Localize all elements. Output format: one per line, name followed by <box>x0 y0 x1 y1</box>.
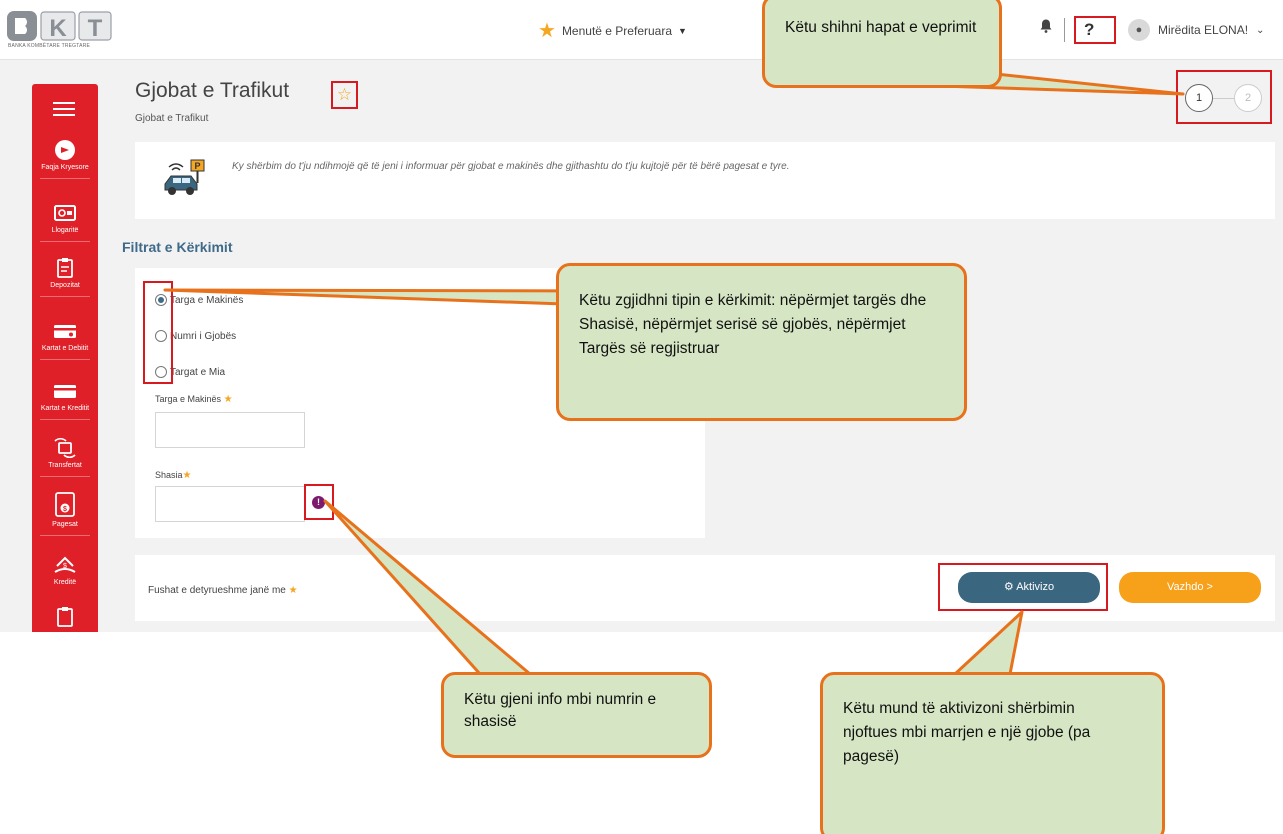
radio-label: Targat e Mia <box>170 366 226 378</box>
filters-heading: Filtrat e Kërkimit <box>122 239 233 255</box>
bkt-logo-mark: K T <box>7 11 112 42</box>
service-info-card: P Ky shërbim do t'ju ndihmojë që të jeni… <box>135 142 1275 219</box>
sidebar-item-label: Kreditë <box>53 579 77 586</box>
topbar-divider <box>1064 18 1065 42</box>
callout-steps: Këtu shihni hapat e veprimit <box>762 0 1002 88</box>
svg-text:$: $ <box>63 563 67 570</box>
required-fields-note: Fushat e detyrueshme janë me ★ <box>148 585 298 596</box>
step-connector <box>1213 98 1234 99</box>
user-greeting: Mirëdita ELONA! <box>1158 23 1249 37</box>
plate-label: Targa e Makinës ★ <box>155 394 233 405</box>
service-info-text: Ky shërbim do t'ju ndihmojë që të jeni i… <box>232 161 790 172</box>
deposits-icon <box>53 257 77 279</box>
sidebar-item-label: Llogaritë <box>51 227 79 234</box>
hamburger-menu-icon[interactable] <box>53 102 75 116</box>
gear-icon: ⚙ <box>1003 581 1014 593</box>
sidebar-item-credit-cards[interactable]: Kartat e Kreditit <box>32 380 98 420</box>
callout-chassis-info: Këtu gjeni info mbi numrin e shasisë <box>441 672 712 758</box>
sidebar-divider <box>40 476 90 477</box>
page-title: Gjobat e Trafikut <box>135 79 290 102</box>
sidebar-item-more[interactable] <box>32 606 98 631</box>
chassis-input[interactable] <box>155 486 305 522</box>
credit-card-icon <box>53 380 77 402</box>
accounts-icon <box>53 202 77 224</box>
chassis-label: Shasia★ <box>155 470 192 481</box>
debit-card-icon <box>53 320 77 342</box>
logo-subtitle: BANKA KOMBËTARE TREGTARE <box>8 43 91 49</box>
sidebar-item-payments[interactable]: $ Pagesat <box>32 492 98 536</box>
activate-button[interactable]: ⚙ Aktivizo <box>958 572 1100 603</box>
transfers-icon <box>53 437 77 459</box>
favorite-star-icon[interactable]: ☆ <box>331 81 358 109</box>
sidebar-item-label: Kartat e Debitit <box>41 345 89 352</box>
sidebar-divider <box>40 296 90 297</box>
loans-icon: $ <box>53 554 77 576</box>
sidebar-item-label: Kartat e Kreditit <box>40 405 90 412</box>
car-parking-icon: P <box>164 159 205 195</box>
radio-label: Numri i Gjobës <box>170 330 237 342</box>
sidebar-item-label: Transfertat <box>48 462 82 469</box>
info-exclamation-icon[interactable]: ! <box>312 496 325 509</box>
sidebar-divider <box>40 178 90 179</box>
sidebar-item-transfers[interactable]: Transfertat <box>32 437 98 477</box>
payments-icon: $ <box>53 492 77 518</box>
chevron-down-icon: ⌄ <box>1256 24 1265 36</box>
svg-text:T: T <box>88 15 103 42</box>
plate-input[interactable] <box>155 412 305 448</box>
svg-text:$: $ <box>63 506 67 513</box>
radio-label: Targa e Makinës <box>170 294 244 306</box>
sidebar-divider <box>40 535 90 536</box>
required-star-icon: ★ <box>288 585 298 596</box>
avatar-icon: ● <box>1128 19 1150 41</box>
sidebar-item-accounts[interactable]: Llogaritë <box>32 202 98 242</box>
continue-button[interactable]: Vazhdo > <box>1119 572 1261 603</box>
step-2: 2 <box>1234 84 1262 112</box>
sidebar-divider <box>40 359 90 360</box>
sidebar-item-label: Faqja Kryesore <box>41 164 89 171</box>
help-button[interactable]: ? <box>1074 16 1116 44</box>
sidebar-divider <box>40 419 90 420</box>
highlight-box-chassis-info: ! <box>304 484 334 520</box>
home-icon <box>53 139 77 161</box>
required-star-icon: ★ <box>223 394 233 405</box>
favorites-label: Menutë e Preferuara <box>561 24 672 38</box>
screenshot-stage: K T BANKA KOMBËTARE TREGTARE ★ Menutë e … <box>0 0 1283 834</box>
star-icon: ★ <box>538 20 556 42</box>
bell-icon[interactable] <box>1040 19 1052 37</box>
svg-text:P: P <box>194 161 200 171</box>
sidebar-divider <box>40 241 90 242</box>
sidebar-item-home[interactable]: Faqja Kryesore <box>32 139 98 179</box>
favorites-menu[interactable]: ★ Menutë e Preferuara ▼ <box>538 20 687 42</box>
clipboard-icon <box>53 606 77 628</box>
sidebar-item-debit-cards[interactable]: Kartat e Debitit <box>32 320 98 360</box>
caret-down-icon: ▼ <box>678 26 687 36</box>
user-menu[interactable]: ● Mirëdita ELONA! ⌄ <box>1128 19 1264 41</box>
breadcrumb: Gjobat e Trafikut <box>135 113 209 124</box>
callout-search-type: Këtu zgjidhni tipin e kërkimit: nëpërmje… <box>556 263 967 421</box>
sidebar-item-loans[interactable]: $ Kreditë <box>32 554 98 586</box>
step-indicator: 1 2 <box>1176 70 1272 124</box>
sidebar-item-deposits[interactable]: Depozitat <box>32 257 98 297</box>
step-1: 1 <box>1185 84 1213 112</box>
top-bar: K T BANKA KOMBËTARE TREGTARE ★ Menutë e … <box>0 0 1283 60</box>
sidebar-item-label: Depozitat <box>50 282 80 289</box>
callout-activate: Këtu mund të aktivizoni shërbimin njoftu… <box>820 672 1165 834</box>
highlight-box-radios <box>143 281 173 384</box>
bkt-logo[interactable]: K T BANKA KOMBËTARE TREGTARE <box>7 10 113 52</box>
sidebar: Faqja Kryesore Llogaritë Depozitat Karta… <box>32 84 98 632</box>
required-star-icon: ★ <box>182 470 192 481</box>
svg-text:K: K <box>49 15 67 42</box>
sidebar-item-label: Pagesat <box>52 521 78 528</box>
